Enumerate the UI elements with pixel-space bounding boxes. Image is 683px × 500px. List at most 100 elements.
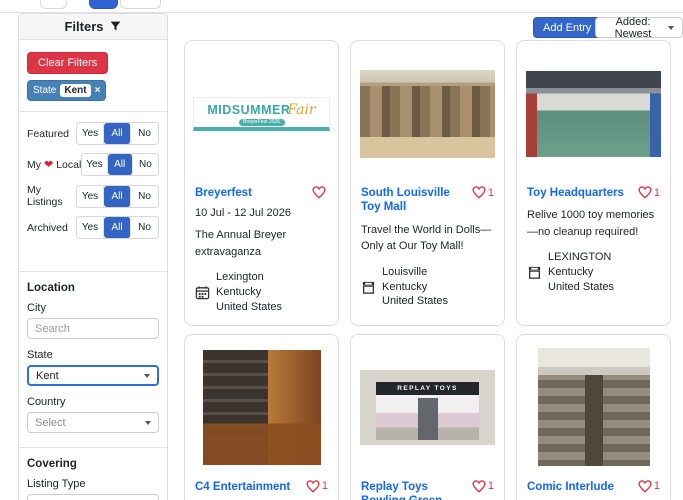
like-count: 1 — [488, 187, 494, 199]
state-select[interactable]: Kent — [27, 365, 159, 386]
heart-icon: ❤ — [44, 158, 53, 171]
event-dates: 10 Jul - 12 Jul 2026 — [195, 207, 328, 219]
remove-filter-icon[interactable]: × — [95, 85, 101, 96]
toggle-yes-button[interactable]: Yes — [77, 186, 104, 207]
filter-label: My Listings — [27, 184, 76, 208]
logo-word: MIDSUMMER — [207, 103, 290, 117]
active-filter-value: Kent — [60, 84, 90, 97]
location-country: United States — [548, 280, 614, 295]
toggle-group-my-listings: Yes All No — [76, 185, 159, 208]
toggle-yes-button[interactable]: Yes — [82, 154, 107, 175]
heart-outline-icon — [312, 186, 326, 199]
toggle-all-button[interactable]: All — [104, 217, 131, 238]
active-filter-tag[interactable]: State Kent × — [27, 80, 106, 101]
like-button[interactable]: 1 — [638, 186, 660, 199]
card-title-link[interactable]: South Louisville Toy Mall — [361, 186, 468, 215]
toggle-yes-button[interactable]: Yes — [77, 217, 104, 238]
toggle-no-button[interactable]: No — [131, 186, 158, 207]
storefront-icon — [361, 280, 376, 295]
heart-outline-icon — [306, 480, 320, 493]
toggle-all-button[interactable]: All — [104, 123, 131, 144]
top-partial-button[interactable] — [40, 0, 67, 9]
location-state: Kentucky — [382, 280, 448, 295]
location-country: United States — [382, 294, 448, 309]
card-title-link[interactable]: C4 Entertainment — [195, 480, 290, 494]
filters-sidebar: Filters Clear Filters State Kent × Featu… — [18, 13, 168, 500]
listing-card[interactable]: MIDSUMMERFair BreyerFest 2026 Breyerfest… — [184, 40, 339, 326]
listing-card[interactable]: REPLAY TOYS Replay Toys Bowling Green 1 … — [350, 334, 505, 500]
toggle-no-button[interactable]: No — [131, 217, 158, 238]
filters-title: Filters — [64, 19, 103, 34]
card-title-link[interactable]: Breyerfest — [195, 186, 252, 200]
card-photo-midsummer-banner: MIDSUMMERFair BreyerFest 2026 — [193, 97, 330, 131]
card-photo — [203, 350, 321, 465]
toggle-all-button[interactable]: All — [108, 154, 133, 175]
listing-card[interactable]: Comic Interlude 1 1000 Dolls. 100 Nation… — [516, 334, 671, 500]
filter-label-post: Local — [56, 159, 81, 171]
like-button[interactable]: 1 — [638, 480, 660, 493]
like-button[interactable]: 1 — [472, 480, 494, 493]
top-partial-button[interactable] — [120, 0, 161, 9]
toggle-all-button[interactable]: All — [104, 186, 131, 207]
filter-row-my-listings: My Listings Yes All No — [27, 184, 159, 208]
heart-outline-icon — [638, 480, 652, 493]
like-count: 1 — [654, 480, 660, 492]
toggle-group-my-local: Yes All No — [81, 153, 159, 176]
divider — [19, 271, 167, 272]
like-count: 1 — [654, 187, 660, 199]
card-location: Louisville Kentucky United States — [361, 265, 494, 310]
sort-dropdown[interactable]: Added: Newest — [595, 17, 683, 38]
card-title-link[interactable]: Replay Toys Bowling Green — [361, 480, 468, 500]
listing-type-select[interactable]: Select — [27, 494, 159, 500]
clear-filters-button[interactable]: Clear Filters — [27, 52, 108, 74]
covering-heading: Covering — [27, 458, 159, 470]
calendar-icon — [195, 285, 210, 300]
city-search-input[interactable] — [27, 318, 159, 339]
logo-badge: BreyerFest 2026 — [239, 119, 285, 127]
divider — [19, 111, 167, 112]
location-city: Louisville — [382, 265, 448, 280]
state-label: State — [27, 349, 159, 361]
top-navbar-edge — [0, 0, 683, 13]
toggle-group-archived: Yes All No — [76, 216, 159, 239]
filter-label: Featured — [27, 128, 76, 140]
country-select[interactable]: Select — [27, 412, 159, 433]
card-photo: REPLAY TOYS — [360, 370, 495, 445]
listing-card[interactable]: South Louisville Toy Mall 1 Travel the W… — [350, 40, 505, 326]
city-label: City — [27, 302, 159, 314]
toggle-no-button[interactable]: No — [133, 154, 158, 175]
heart-outline-icon — [472, 480, 486, 493]
storefront-icon — [527, 265, 542, 280]
toggle-no-button[interactable]: No — [131, 123, 158, 144]
location-state: Kentucky — [216, 285, 282, 300]
top-partial-button-active[interactable] — [89, 0, 118, 9]
toggle-yes-button[interactable]: Yes — [77, 123, 104, 144]
listing-card[interactable]: Toy Headquarters 1 Relive 1000 toy memor… — [516, 40, 671, 326]
add-entry-button[interactable]: Add Entry — [533, 17, 601, 38]
funnel-icon — [109, 20, 122, 33]
card-location: LEXINGTON Kentucky United States — [527, 250, 660, 295]
toggle-group-featured: Yes All No — [76, 122, 159, 145]
country-label: Country — [27, 396, 159, 408]
filter-row-my-local: My ❤ Local Yes All No — [27, 153, 159, 176]
chevron-down-icon — [668, 26, 674, 30]
card-description: Relive 1000 toy memories—no cleanup requ… — [527, 207, 660, 240]
filter-row-featured: Featured Yes All No — [27, 122, 159, 145]
location-city: Lexington — [216, 270, 282, 285]
card-title-link[interactable]: Toy Headquarters — [527, 186, 624, 200]
card-description: The Annual Breyer extravaganza — [195, 227, 328, 260]
like-button[interactable]: 1 — [306, 480, 328, 493]
chevron-down-icon — [145, 421, 151, 425]
card-description: Travel the World in Dolls—Only at Our To… — [361, 222, 494, 255]
state-select-value: Kent — [36, 370, 59, 382]
store-sign-text: REPLAY TOYS — [376, 382, 479, 395]
location-country: United States — [216, 300, 282, 315]
card-title-link[interactable]: Comic Interlude — [527, 480, 614, 494]
listing-card[interactable]: C4 Entertainment 1 1000 Dolls. 100 Natio… — [184, 334, 339, 500]
like-button[interactable]: 1 — [472, 186, 494, 199]
location-heading: Location — [27, 282, 159, 294]
heart-outline-icon — [472, 186, 486, 199]
location-state: Kentucky — [548, 265, 614, 280]
like-button[interactable] — [312, 186, 328, 199]
active-filter-field: State — [33, 85, 56, 96]
